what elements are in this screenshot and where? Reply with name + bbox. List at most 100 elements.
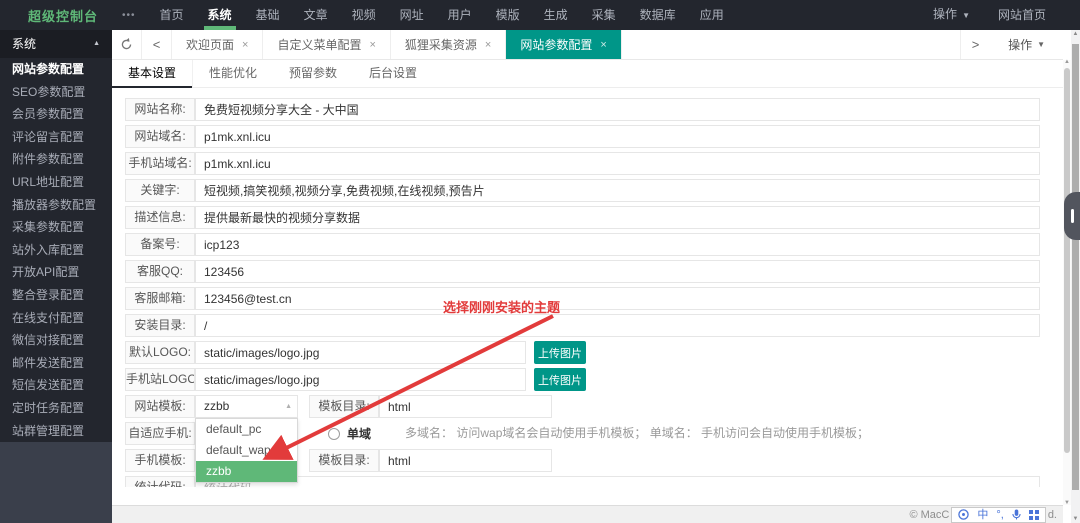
refresh-icon xyxy=(120,38,133,51)
sidebar-item-comment-config[interactable]: 评论留言配置 xyxy=(0,126,112,149)
tab-custom-menu[interactable]: 自定义菜单配置× xyxy=(263,30,390,59)
close-icon[interactable]: × xyxy=(485,39,491,51)
scroll-tabs-left-button[interactable]: < xyxy=(142,30,172,59)
topbar-action-dropdown[interactable]: 操作▼ xyxy=(919,0,984,31)
upload-image-button[interactable]: 上传图片 xyxy=(534,341,586,364)
sidebar: 系统 ▲ 网站参数配置 SEO参数配置 会员参数配置 评论留言配置 附件参数配置… xyxy=(0,30,112,523)
sidebar-item-open-api[interactable]: 开放API配置 xyxy=(0,261,112,284)
top-menu-item-app[interactable]: 应用 xyxy=(688,0,736,30)
scroll-up-icon[interactable]: ▲ xyxy=(1071,31,1080,37)
top-menu-item-basic[interactable]: 基础 xyxy=(244,0,292,30)
sidebar-item-site-params[interactable]: 网站参数配置 xyxy=(0,58,112,81)
tab-basic-settings[interactable]: 基本设置 xyxy=(112,60,193,87)
topbar-site-home-link[interactable]: 网站首页 xyxy=(984,0,1060,30)
tab-label: 网站参数配置 xyxy=(520,36,592,53)
sidebar-item-sitegroup-config[interactable]: 站群管理配置 xyxy=(0,420,112,443)
sidebar-item-mail-config[interactable]: 邮件发送配置 xyxy=(0,352,112,375)
sidebar-item-online-payment[interactable]: 在线支付配置 xyxy=(0,307,112,330)
top-menu-item-article[interactable]: 文章 xyxy=(292,0,340,30)
tab-welcome-page[interactable]: 欢迎页面 × xyxy=(172,30,263,59)
sidebar-item-seo-params[interactable]: SEO参数配置 xyxy=(0,81,112,104)
single-domain-radio-label: 单域 xyxy=(347,425,371,442)
tab-backend-settings[interactable]: 后台设置 xyxy=(353,60,433,87)
microphone-icon[interactable] xyxy=(1012,509,1021,520)
adaptive-mobile-label: 自适应手机: xyxy=(125,422,195,445)
top-menu-item-video[interactable]: 视频 xyxy=(340,0,388,30)
mobile-domain-input[interactable] xyxy=(195,152,1040,175)
sidebar-section-system[interactable]: 系统 ▲ xyxy=(0,30,112,58)
browser-scrollbar[interactable]: ▲ ▼ xyxy=(1071,30,1080,523)
browser-scrollbar-thumb[interactable] xyxy=(1072,44,1079,490)
more-menu-icon[interactable]: ••• xyxy=(110,10,148,21)
template-dir-input[interactable] xyxy=(379,395,552,418)
top-menu-item-collect[interactable]: 采集 xyxy=(580,0,628,30)
tab-fox-collect[interactable]: 狐狸采集资源× xyxy=(391,30,506,59)
default-logo-input[interactable] xyxy=(195,341,526,364)
punctuation-icon[interactable]: °, xyxy=(996,508,1003,522)
collapse-arrow-icon: ▲ xyxy=(93,30,100,58)
sidebar-item-collect-config[interactable]: 采集参数配置 xyxy=(0,216,112,239)
sidebar-item-external-store[interactable]: 站外入库配置 xyxy=(0,239,112,262)
form-row-site-template: 网站模板: zzbb ▲ 模板目录: xyxy=(125,395,1040,418)
footer-copyright: © MacC xyxy=(909,509,949,521)
site-name-input[interactable] xyxy=(195,98,1040,121)
top-menu-item-system[interactable]: 系统 xyxy=(196,0,244,30)
tab-site-params[interactable]: 网站参数配置 × xyxy=(506,30,621,59)
qq-input[interactable] xyxy=(195,260,1040,283)
icp-input[interactable] xyxy=(195,233,1040,256)
tab-action-dropdown[interactable]: 操作▼ xyxy=(990,30,1063,59)
single-domain-radio[interactable] xyxy=(328,428,340,440)
chinese-mode-icon[interactable]: 中 xyxy=(977,508,988,522)
top-menu-item-database[interactable]: 数据库 xyxy=(628,0,688,30)
upload-image-button[interactable]: 上传图片 xyxy=(534,368,586,391)
top-menu-item-user[interactable]: 用户 xyxy=(436,0,484,30)
scroll-tabs-right-button[interactable]: > xyxy=(960,30,990,59)
scroll-up-icon[interactable]: ▲ xyxy=(1063,59,1071,65)
sidebar-item-wechat-config[interactable]: 微信对接配置 xyxy=(0,329,112,352)
scroll-down-icon[interactable]: ▼ xyxy=(1071,516,1080,522)
close-icon[interactable]: × xyxy=(242,39,248,51)
top-menu-item-template[interactable]: 模版 xyxy=(484,0,532,30)
site-name-label: 网站名称: xyxy=(125,98,195,121)
mobile-logo-input[interactable] xyxy=(195,368,526,391)
sidebar-item-url-config[interactable]: URL地址配置 xyxy=(0,171,112,194)
content-scrollbar-thumb[interactable] xyxy=(1064,68,1070,453)
form-row-icp: 备案号: xyxy=(125,233,1040,256)
scroll-down-icon[interactable]: ▼ xyxy=(1063,500,1071,506)
site-template-select[interactable]: zzbb ▲ xyxy=(195,395,298,418)
sidebar-item-attachment-config[interactable]: 附件参数配置 xyxy=(0,148,112,171)
tab-label: 欢迎页面 xyxy=(186,36,234,53)
adaptive-mobile-hint: 多域名： 访问wap域名会自动使用手机模板； 单域名： 手机访问会自动使用手机模… xyxy=(405,422,869,445)
mobile-template-dir-input[interactable] xyxy=(379,449,552,472)
tab-reserved-params[interactable]: 预留参数 xyxy=(273,60,353,87)
form-row-email: 客服邮箱: xyxy=(125,287,1040,310)
grid-icon[interactable] xyxy=(1029,510,1039,520)
top-menu-item-generate[interactable]: 生成 xyxy=(532,0,580,30)
install-dir-input[interactable] xyxy=(195,314,1040,337)
dropdown-option-default-wap[interactable]: default_wap xyxy=(196,440,297,461)
sidebar-item-sms-config[interactable]: 短信发送配置 xyxy=(0,374,112,397)
content-scrollbar[interactable]: ▲ ▼ xyxy=(1063,60,1071,505)
browser-edge-handle[interactable] xyxy=(1064,192,1080,240)
keywords-input[interactable] xyxy=(195,179,1040,202)
keywords-label: 关键字: xyxy=(125,179,195,202)
site-domain-input[interactable] xyxy=(195,125,1040,148)
refresh-button[interactable] xyxy=(112,30,142,59)
sidebar-item-player-config[interactable]: 播放器参数配置 xyxy=(0,194,112,217)
stats-code-input[interactable] xyxy=(195,476,1040,487)
sidebar-item-cron-config[interactable]: 定时任务配置 xyxy=(0,397,112,420)
close-icon[interactable]: × xyxy=(369,39,375,51)
app-logo[interactable]: 超级控制台 xyxy=(0,6,110,25)
dropdown-option-zzbb[interactable]: zzbb xyxy=(196,461,297,482)
tab-performance[interactable]: 性能优化 xyxy=(193,60,273,87)
description-input[interactable] xyxy=(195,206,1040,229)
close-icon[interactable]: × xyxy=(600,39,606,51)
sidebar-item-integrated-login[interactable]: 整合登录配置 xyxy=(0,284,112,307)
email-input[interactable] xyxy=(195,287,1040,310)
dropdown-option-default-pc[interactable]: default_pc xyxy=(196,419,297,440)
top-menu-item-url[interactable]: 网址 xyxy=(388,0,436,30)
sidebar-item-member-params[interactable]: 会员参数配置 xyxy=(0,103,112,126)
top-menu-item-home[interactable]: 首页 xyxy=(148,0,196,30)
mobile-logo-label: 手机站LOGO: xyxy=(125,368,195,391)
ime-logo-icon[interactable] xyxy=(958,509,969,520)
